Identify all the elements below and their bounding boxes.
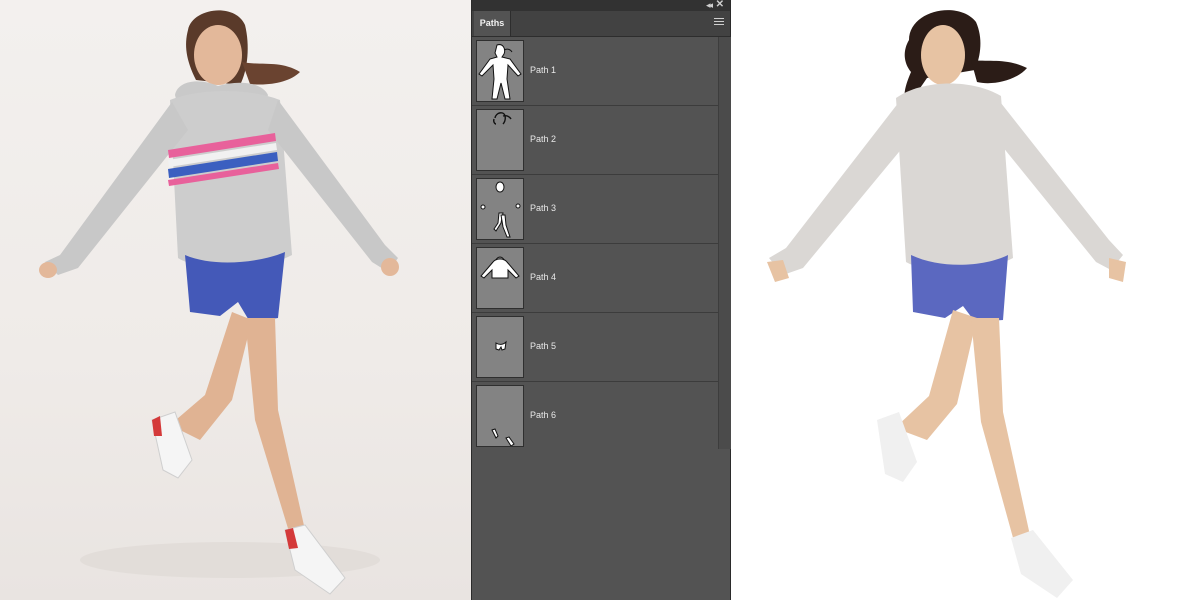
path-row-4[interactable]: Path 4: [472, 244, 718, 313]
panel-menu-icon[interactable]: [714, 18, 724, 26]
path-thumbnail-1: [476, 40, 524, 102]
path-thumbnail-4: [476, 247, 524, 309]
path-thumbnail-6: [476, 385, 524, 447]
path-row-5[interactable]: Path 5: [472, 313, 718, 382]
path-thumbnail-5: [476, 316, 524, 378]
double-chevron-left-icon[interactable]: ◂◂: [706, 0, 713, 11]
path-label: Path 5: [530, 341, 557, 351]
girl-illustration-image: [767, 10, 1126, 598]
close-icon[interactable]: ✕: [716, 0, 724, 11]
tab-paths[interactable]: Paths: [474, 11, 511, 36]
path-row-3[interactable]: Path 3: [472, 175, 718, 244]
scrollbar[interactable]: [718, 37, 731, 449]
path-thumbnail-3: [476, 178, 524, 240]
path-label: Path 2: [530, 134, 557, 144]
path-row-1[interactable]: Path 1: [472, 37, 718, 106]
path-row-6[interactable]: Path 6: [472, 382, 718, 451]
panel-title-bar: ◂◂ ✕: [472, 0, 730, 11]
path-row-2[interactable]: Path 2: [472, 106, 718, 175]
path-label: Path 6: [530, 410, 557, 420]
girl-photo-image: [39, 10, 399, 595]
flat-illustration: [731, 0, 1194, 600]
path-label: Path 1: [530, 65, 557, 75]
panel-tab-row: Paths: [472, 11, 730, 37]
paths-panel: ◂◂ ✕ Paths Path 1 Path 2 Path 3 Path 4 P…: [471, 0, 731, 600]
path-label: Path 4: [530, 272, 557, 282]
panel-empty-area: [472, 449, 730, 600]
path-thumbnail-2: [476, 109, 524, 171]
original-photo: [0, 0, 471, 600]
path-label: Path 3: [530, 203, 557, 213]
path-list: Path 1 Path 2 Path 3 Path 4 Path 5 Path …: [472, 37, 718, 451]
